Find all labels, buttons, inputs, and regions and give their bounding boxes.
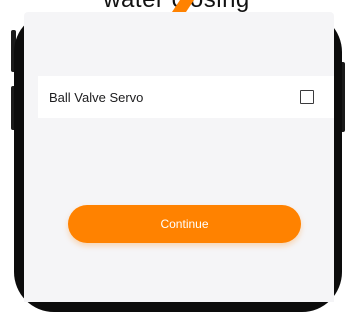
option-row-ball-valve-servo[interactable]: Ball Valve Servo [38, 76, 334, 118]
app-screen: Ball Valve Servo Continue [24, 12, 334, 302]
brand-accent-mark [172, 0, 194, 12]
option-checkbox[interactable] [300, 90, 314, 104]
continue-button[interactable]: Continue [68, 205, 301, 243]
option-label: Ball Valve Servo [49, 89, 144, 105]
